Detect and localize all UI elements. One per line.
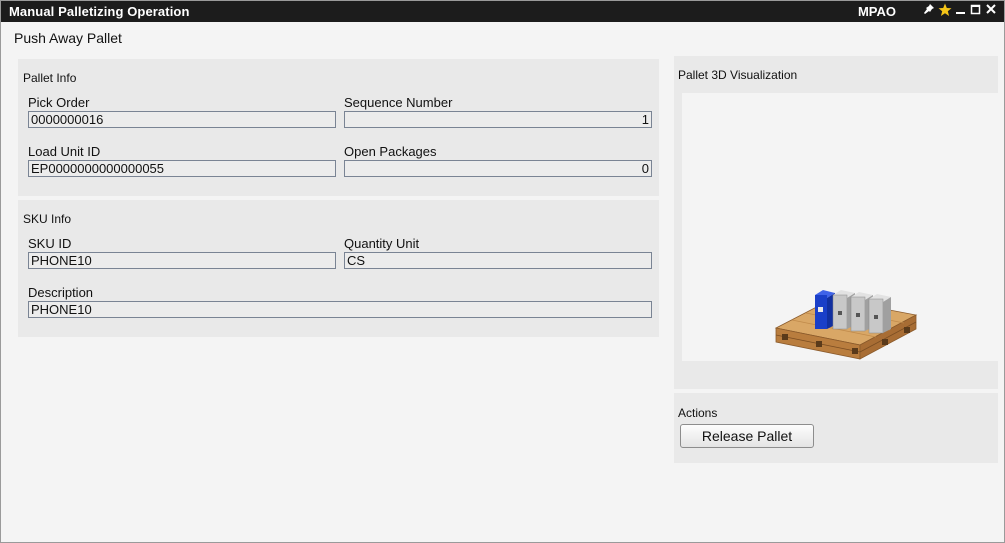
close-icon-glyph <box>986 4 996 14</box>
pallet-3d-viewport[interactable] <box>682 93 998 361</box>
pallet-3d-render <box>774 290 918 360</box>
minimize-icon-glyph <box>955 12 965 14</box>
actions-title: Actions <box>678 406 718 420</box>
minimize-icon[interactable] <box>953 3 967 19</box>
pallet-info-title: Pallet Info <box>23 71 77 85</box>
load-unit-id-field[interactable]: EP0000000000000055 <box>28 160 336 177</box>
pick-order-label: Pick Order <box>28 95 90 110</box>
pin-icon-glyph <box>924 4 934 14</box>
main-window: Manual Palletizing Operation MPAO Push A… <box>0 0 1005 543</box>
load-unit-id-label: Load Unit ID <box>28 144 101 159</box>
page-subtitle: Push Away Pallet <box>14 30 122 46</box>
close-icon[interactable] <box>984 3 998 19</box>
sku-info-panel: SKU Info SKU ID PHONE10 Quantity Unit CS… <box>18 200 659 337</box>
star-icon-glyph <box>938 3 952 16</box>
quantity-unit-label: Quantity Unit <box>344 236 420 251</box>
sequence-number-label: Sequence Number <box>344 95 453 110</box>
package-box <box>868 294 891 334</box>
title-bar: Manual Palletizing Operation MPAO <box>1 1 1004 22</box>
sku-id-field[interactable]: PHONE10 <box>28 252 336 269</box>
description-field[interactable]: PHONE10 <box>28 301 652 318</box>
visualization-title: Pallet 3D Visualization <box>678 68 798 82</box>
description-label: Description <box>28 285 94 300</box>
maximize-icon-glyph <box>970 4 980 15</box>
open-packages-label: Open Packages <box>344 144 437 159</box>
window-title: Manual Palletizing Operation <box>9 4 190 19</box>
star-icon[interactable] <box>938 3 952 19</box>
sku-info-title: SKU Info <box>23 212 72 226</box>
release-pallet-button[interactable]: Release Pallet <box>680 424 814 448</box>
sku-id-label: SKU ID <box>28 236 72 251</box>
open-packages-field[interactable]: 0 <box>344 160 652 177</box>
pick-order-field[interactable]: 0000000016 <box>28 111 336 128</box>
actions-panel: Actions Release Pallet <box>674 393 998 463</box>
maximize-icon[interactable] <box>968 3 982 19</box>
pallet-info-panel: Pallet Info Pick Order 0000000016 Sequen… <box>18 59 659 196</box>
pin-icon[interactable] <box>922 3 936 19</box>
package-box <box>815 290 835 329</box>
visualization-panel: Pallet 3D Visualization <box>674 56 998 389</box>
sequence-number-field[interactable]: 1 <box>344 111 652 128</box>
app-code: MPAO <box>857 4 896 19</box>
quantity-unit-field[interactable]: CS <box>344 252 652 269</box>
